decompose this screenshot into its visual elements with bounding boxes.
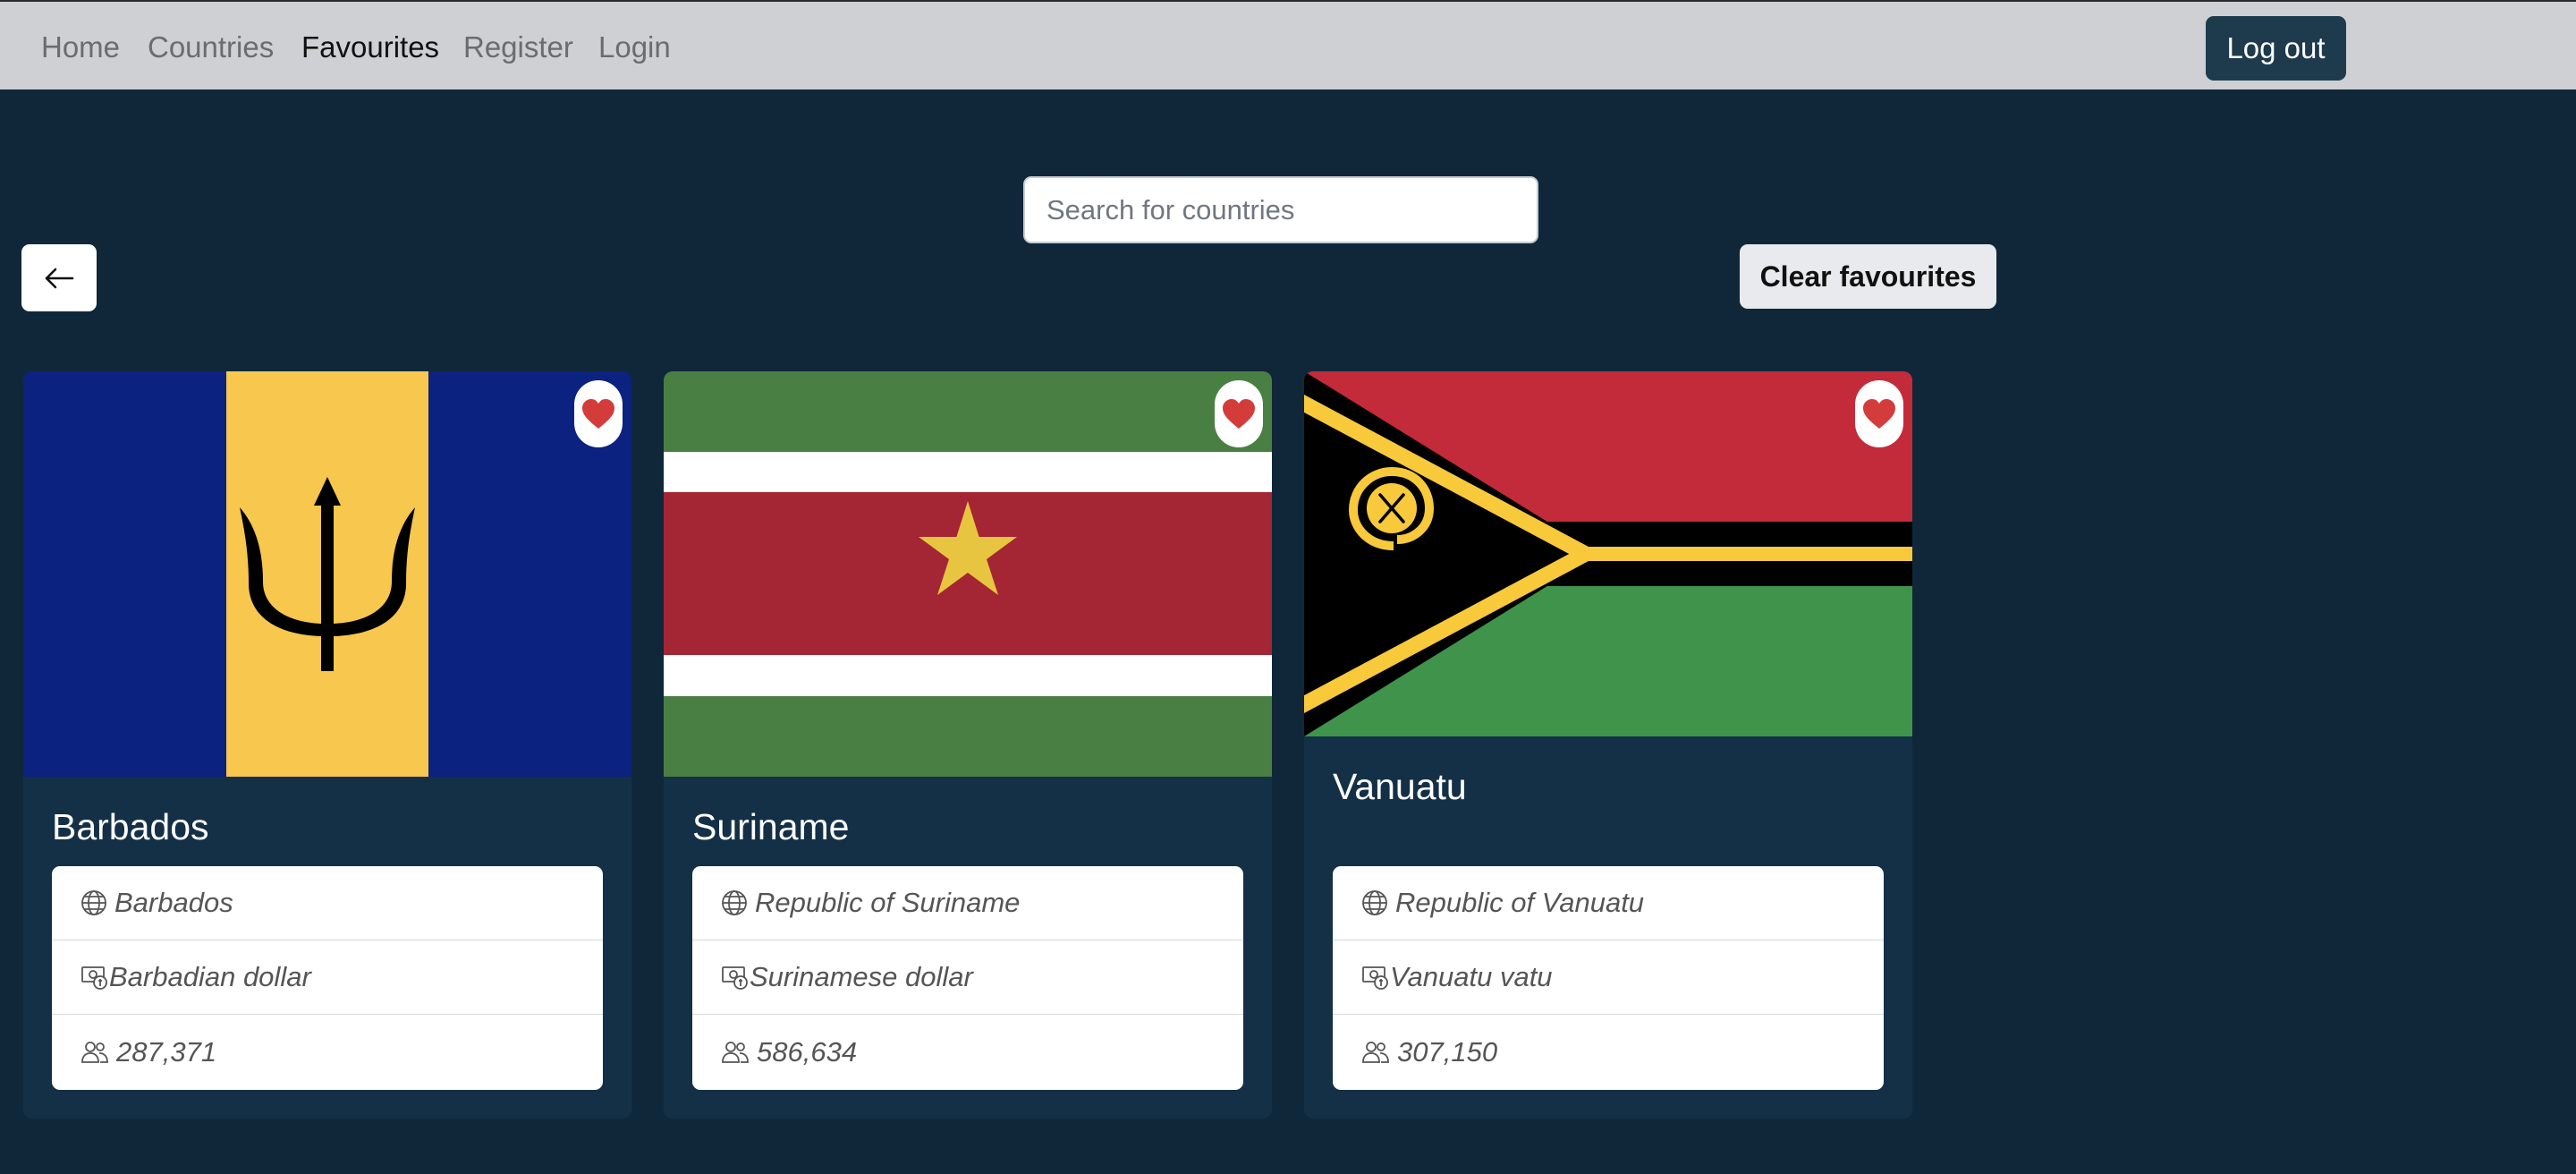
official-name: Republic of Suriname [755,887,1021,918]
globe-icon [1361,889,1388,916]
heart-icon [1222,398,1256,430]
nav-register-link[interactable]: Register [463,30,573,64]
population-row: 287,371 [52,1015,603,1089]
country-name: Vanuatu [1333,766,1467,807]
population-value: 287,371 [116,1035,217,1068]
globe-icon [721,889,748,916]
country-name: Suriname [692,806,850,847]
currency-row: Barbadian dollar [52,940,603,1015]
heart-icon [1862,398,1896,430]
country-info-list: Republic of Suriname Surinamese dollar 5… [692,866,1243,1090]
back-button[interactable] [21,244,97,311]
nav-countries-link[interactable]: Countries [148,30,274,64]
country-card[interactable]: Barbados Barbados Barbadian dollar 287,3… [23,371,631,1119]
official-name-row: Barbados [52,866,603,940]
favourite-toggle[interactable] [574,380,623,447]
logout-button[interactable]: Log out [2206,16,2346,81]
population-value: 307,150 [1397,1035,1498,1068]
nav-login-link[interactable]: Login [598,30,671,64]
currency-row: Vanuatu vatu [1333,940,1884,1015]
nav-home-link[interactable]: Home [41,30,120,64]
country-info-list: Barbados Barbadian dollar 287,371 [52,866,603,1090]
official-name: Republic of Vanuatu [1395,887,1645,918]
official-name: Barbados [114,887,233,918]
cash-coin-icon [721,964,750,991]
flag-image [23,371,631,777]
cash-coin-icon [80,964,109,991]
favourite-toggle[interactable] [1855,380,1903,447]
heart-icon [581,398,615,430]
people-icon [1361,1041,1390,1064]
population-row: 586,634 [692,1015,1243,1089]
favourite-toggle[interactable] [1215,380,1263,447]
currency-row: Surinamese dollar [692,940,1243,1015]
country-card[interactable]: Suriname Republic of Suriname Surinamese… [664,371,1272,1119]
population-value: 586,634 [757,1035,858,1068]
search-input[interactable] [1023,176,1538,243]
official-name-row: Republic of Vanuatu [1333,866,1884,940]
population-row: 307,150 [1333,1015,1884,1089]
currency-name: Barbadian dollar [109,961,311,992]
currency-name: Vanuatu vatu [1390,961,1553,992]
official-name-row: Republic of Suriname [692,866,1243,940]
nav-favourites-link[interactable]: Favourites [301,30,439,64]
country-card[interactable]: Vanuatu Republic of Vanuatu Vanuatu vatu… [1304,371,1912,1119]
navbar: Home Countries Favourites Register Login… [0,0,2576,89]
flag-image [1304,371,1912,736]
country-name: Barbados [52,806,209,847]
people-icon [721,1041,750,1064]
people-icon [80,1041,109,1064]
currency-name: Surinamese dollar [750,961,973,992]
country-info-list: Republic of Vanuatu Vanuatu vatu 307,150 [1333,866,1884,1090]
flag-image [664,371,1272,777]
clear-favourites-button[interactable]: Clear favourites [1740,244,1996,309]
cash-coin-icon [1361,964,1390,991]
arrow-left-icon [44,268,74,289]
globe-icon [80,889,107,916]
